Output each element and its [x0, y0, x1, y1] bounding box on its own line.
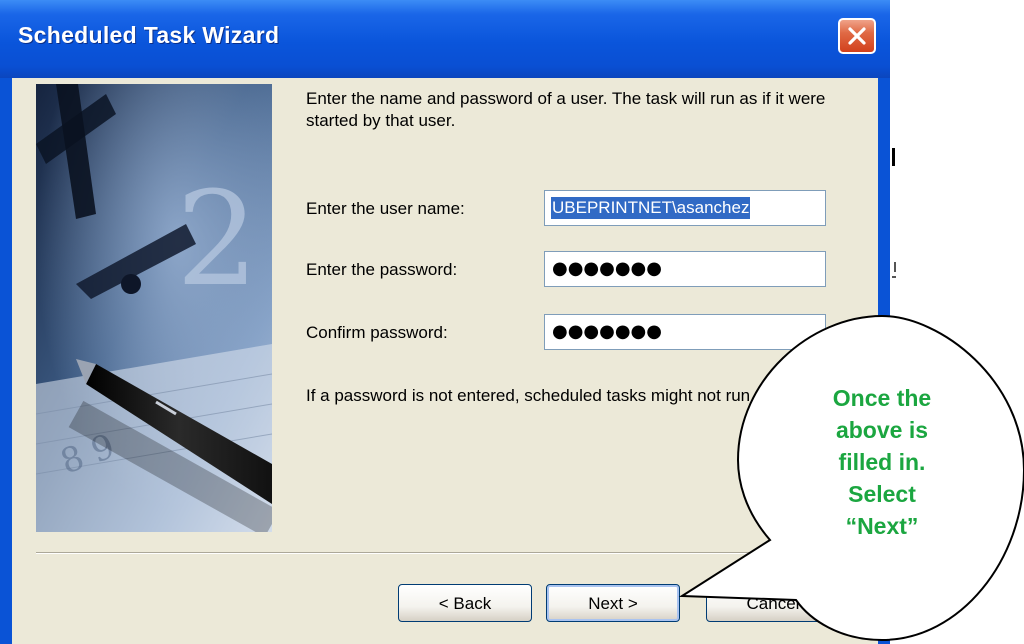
cancel-button[interactable]: Cancel — [706, 584, 840, 622]
password-mask: ●●●●●●● — [552, 258, 662, 279]
confirm-password-field[interactable]: ●●●●●●● — [544, 314, 826, 350]
intro-text: Enter the name and password of a user. T… — [306, 89, 826, 130]
user-name-value: UBEPRINTNET\asanchez — [551, 197, 751, 219]
wizard-window: Scheduled Task Wizard 2 8 9 Enter the na… — [0, 0, 890, 644]
confirm-password-label: Confirm password: — [306, 323, 448, 342]
password-note: If a password is not entered, scheduled … — [306, 386, 755, 405]
clock-pen-image: 2 8 9 — [36, 84, 272, 532]
password-field[interactable]: ●●●●●●● — [544, 251, 826, 287]
next-button[interactable]: Next > — [546, 584, 680, 622]
wizard-body: 2 8 9 Enter the name and password of a u… — [12, 78, 878, 644]
close-icon — [848, 27, 866, 45]
wizard-artwork: 2 8 9 — [36, 84, 272, 532]
footer-divider — [36, 552, 866, 554]
user-name-label: Enter the user name: — [306, 199, 465, 218]
user-name-field[interactable]: UBEPRINTNET\asanchez — [544, 190, 826, 226]
screen: Scheduled Task Wizard 2 8 9 Enter the na… — [0, 0, 1024, 644]
confirm-password-mask: ●●●●●●● — [552, 321, 662, 342]
back-button[interactable]: < Back — [398, 584, 532, 622]
close-button[interactable] — [838, 18, 876, 54]
password-label: Enter the password: — [306, 260, 458, 279]
title-bar[interactable]: Scheduled Task Wizard — [0, 0, 890, 78]
window-title: Scheduled Task Wizard — [18, 22, 280, 48]
